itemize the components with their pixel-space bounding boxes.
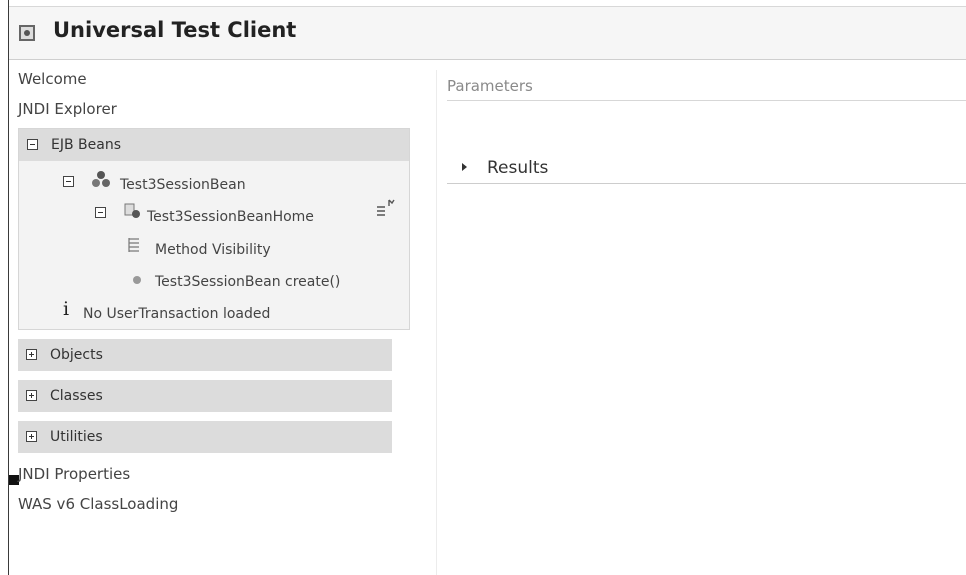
expand-classes-icon[interactable]	[26, 390, 37, 401]
bean-tree-item[interactable]: Test3SessionBean	[120, 177, 246, 193]
ejb-beans-header[interactable]: EJB Beans	[19, 129, 409, 161]
collapse-bean-icon[interactable]	[63, 176, 74, 187]
create-method-item[interactable]: Test3SessionBean create()	[155, 274, 340, 290]
app-title: Universal Test Client	[53, 18, 297, 42]
expand-objects-icon[interactable]	[26, 349, 37, 360]
method-visibility-item[interactable]: Method Visibility	[155, 242, 271, 258]
window-icon	[19, 25, 35, 41]
info-message: No UserTransaction loaded	[83, 306, 271, 322]
title-bar: Universal Test Client	[9, 6, 966, 60]
results-rule	[447, 183, 966, 184]
ejb-beans-label: EJB Beans	[51, 137, 121, 153]
triangle-right-icon[interactable]	[462, 163, 467, 171]
classes-label: Classes	[50, 388, 103, 404]
nav-welcome-link[interactable]: Welcome	[18, 70, 87, 88]
utilities-panel-header[interactable]: Utilities	[18, 421, 392, 453]
utilities-label: Utilities	[50, 429, 103, 445]
nav-jndi-explorer-link[interactable]: JNDI Explorer	[18, 100, 117, 118]
nav-was-classloading-link[interactable]: WAS v6 ClassLoading	[18, 495, 178, 513]
pane-divider	[436, 70, 437, 575]
home-tree-item[interactable]: Test3SessionBeanHome	[147, 209, 314, 225]
results-label: Results	[487, 158, 549, 178]
window-left-edge	[8, 0, 9, 575]
method-icon	[133, 276, 141, 284]
objects-label: Objects	[50, 347, 103, 363]
expand-utilities-icon[interactable]	[26, 431, 37, 442]
classes-panel-header[interactable]: Classes	[18, 380, 392, 412]
collapse-home-icon[interactable]	[95, 207, 106, 218]
parameters-rule	[447, 100, 966, 101]
home-options-icon[interactable]	[375, 198, 395, 218]
objects-panel-header[interactable]: Objects	[18, 339, 392, 371]
nav-jndi-properties-link[interactable]: JNDI Properties	[18, 465, 130, 483]
parameters-heading: Parameters	[447, 77, 533, 95]
collapse-ejb-beans-icon[interactable]	[27, 139, 38, 150]
method-visibility-icon	[128, 238, 139, 252]
info-icon: i	[63, 298, 70, 320]
ejb-beans-panel: EJB Beans Test3SessionBean Test3SessionB…	[18, 128, 410, 330]
home-interface-icon	[124, 203, 140, 218]
session-bean-icon	[92, 171, 110, 187]
results-header[interactable]: Results	[447, 155, 966, 183]
